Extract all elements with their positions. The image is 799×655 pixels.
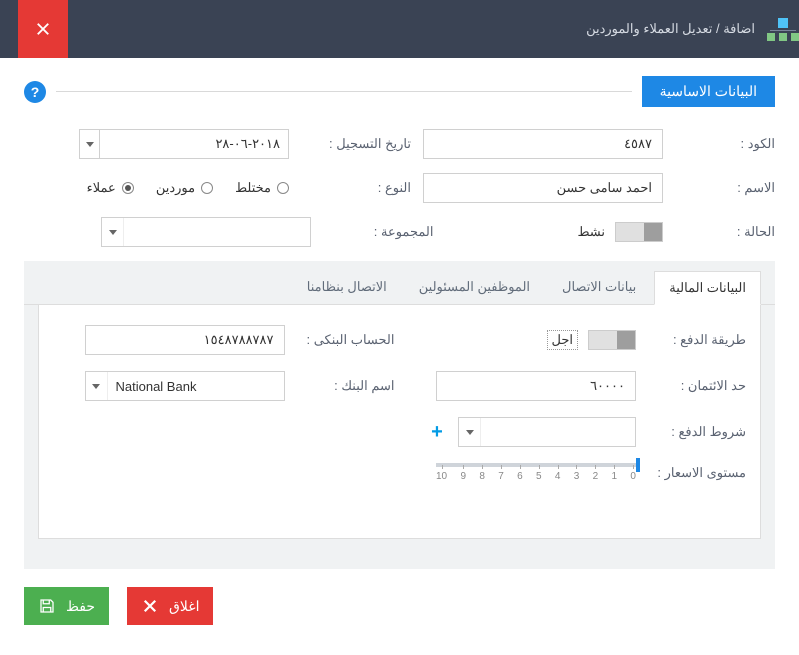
save-button[interactable]: حفظ [24,587,109,625]
regdate-label: تاريخ التسجيل : [301,136,411,152]
type-option-customers[interactable]: عملاء [87,180,134,196]
price-level-slider[interactable]: 109876543210 [436,463,636,482]
section-header-tab: البيانات الاساسية [642,76,775,107]
window-close-button[interactable] [18,0,68,58]
type-option-suppliers[interactable]: موردين [156,180,213,196]
window-titlebar: اضافة / تعديل العملاء والموردين [0,0,799,58]
tab-officials[interactable]: الموظفين المسئولين [405,271,544,304]
tab-body-financial: طريقة الدفع : اجل الحساب البنكى : حد الا… [38,305,761,539]
details-panel: البيانات المالية بيانات الاتصال الموظفين… [24,261,775,569]
tab-syscontact[interactable]: الاتصال بنظامنا [293,271,401,304]
payment-method-toggle[interactable] [588,330,636,350]
app-icon [767,18,799,41]
bank-name-value: National Bank [108,379,284,394]
tab-strip: البيانات المالية بيانات الاتصال الموظفين… [24,261,775,305]
name-label: الاسم : [675,180,775,196]
chevron-down-icon[interactable] [80,130,100,158]
type-label: النوع : [301,180,411,196]
add-payment-term-button[interactable]: + [426,421,448,443]
payment-terms-label: شروط الدفع : [646,424,746,440]
code-label: الكود : [675,136,775,152]
slider-scale: 109876543210 [436,471,636,482]
close-button[interactable]: اغلاق [127,587,213,625]
regdate-value: ٢٠١٨-٠٦-٢٨ [100,136,288,152]
price-level-label: مستوى الاسعار : [646,465,746,481]
regdate-picker[interactable]: ٢٠١٨-٠٦-٢٨ [79,129,289,159]
help-button[interactable]: ? [24,81,46,103]
bank-name-label: اسم البنك : [295,378,395,394]
chevron-down-icon [86,372,108,400]
code-input[interactable] [423,129,663,159]
credit-limit-label: حد الائتمان : [646,378,746,394]
status-label: الحالة : [675,224,775,240]
bank-account-input[interactable] [85,325,285,355]
section-divider [56,91,632,92]
close-icon [34,20,52,38]
name-input[interactable] [423,173,663,203]
slider-thumb[interactable] [636,458,640,472]
bank-account-label: الحساب البنكى : [295,332,395,348]
payment-method-label: طريقة الدفع : [646,332,746,348]
credit-limit-input[interactable] [436,371,636,401]
bank-name-dropdown[interactable]: National Bank [85,371,285,401]
tab-contact[interactable]: بيانات الاتصال [548,271,650,304]
chevron-down-icon [102,218,124,246]
tab-financial[interactable]: البيانات المالية [654,271,761,305]
type-radio-group: مختلط موردين عملاء [87,180,289,196]
group-dropdown[interactable] [101,217,311,247]
group-label: المجموعة : [323,224,433,240]
chevron-down-icon [459,418,481,446]
status-toggle[interactable] [615,222,663,242]
type-option-mixed[interactable]: مختلط [235,180,289,196]
payment-method-value: اجل [547,330,579,350]
payment-terms-dropdown[interactable] [458,417,636,447]
window-title: اضافة / تعديل العملاء والموردين [586,21,755,37]
floppy-icon [38,597,56,615]
status-value: نشط [577,224,605,240]
close-icon [141,597,159,615]
